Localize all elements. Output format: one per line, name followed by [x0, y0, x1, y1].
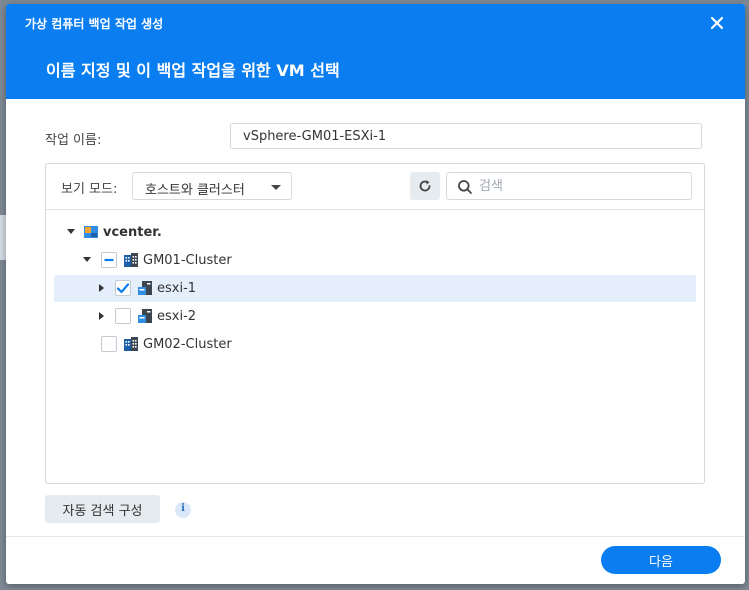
vm-selection-panel: 보기 모드: 호스트와 클러스터 검색 vcenter. GM01-Cluste… [45, 163, 705, 484]
tree-node-label: esxi-1 [157, 281, 197, 296]
checked-checkbox[interactable] [115, 280, 131, 296]
unchecked-checkbox[interactable] [115, 308, 131, 324]
view-mode-select[interactable]: 호스트와 클러스터 [132, 172, 292, 200]
view-mode-label: 보기 모드: [61, 182, 118, 197]
create-vm-backup-dialog: 가상 컴퓨터 백업 작업 생성 이름 지정 및 이 백업 작업을 위한 VM 선… [6, 4, 745, 584]
dialog-header: 가상 컴퓨터 백업 작업 생성 이름 지정 및 이 백업 작업을 위한 VM 선… [6, 4, 745, 99]
cluster-icon [124, 337, 138, 351]
expand-toggle-icon[interactable] [67, 229, 75, 234]
task-name-label: 작업 이름: [45, 133, 102, 148]
refresh-icon [419, 180, 431, 192]
checkmark-icon [116, 283, 130, 294]
indeterminate-checkbox[interactable] [101, 252, 117, 268]
autodetect-config-button[interactable]: 자동 검색 구성 [45, 495, 160, 523]
tree-node-gm02-cluster[interactable]: GM02-Cluster [54, 331, 696, 358]
minus-icon [104, 258, 114, 262]
tree-node-esxi-1[interactable]: esxi-1 [54, 275, 696, 302]
step-title: 이름 지정 및 이 백업 작업을 위한 VM 선택 [46, 61, 340, 80]
vcenter-icon [84, 226, 98, 238]
search-icon [458, 180, 472, 194]
search-box [446, 172, 692, 200]
close-icon[interactable] [709, 15, 725, 31]
expand-toggle-icon[interactable] [99, 312, 104, 320]
expand-toggle-icon[interactable] [83, 257, 91, 262]
host-icon [138, 281, 152, 295]
tree-node-label: vcenter. [103, 225, 162, 240]
info-icon[interactable]: i [175, 502, 191, 518]
tree-node-label: esxi-2 [157, 309, 197, 324]
task-name-input[interactable] [230, 123, 702, 149]
footer-divider [6, 536, 745, 537]
search-input[interactable] [479, 177, 679, 195]
tree-node-esxi-2[interactable]: esxi-2 [54, 303, 696, 330]
window-title: 가상 컴퓨터 백업 작업 생성 [25, 17, 164, 31]
next-button[interactable]: 다음 [601, 546, 721, 574]
tree-node-label: GM02-Cluster [143, 337, 232, 352]
toolbar-divider [46, 209, 704, 210]
expand-toggle-icon[interactable] [99, 284, 104, 292]
cluster-icon [124, 253, 138, 267]
tree-node-gm01-cluster[interactable]: GM01-Cluster [54, 247, 696, 274]
chevron-down-icon [271, 185, 281, 190]
tree-node-label: GM01-Cluster [143, 253, 232, 268]
unchecked-checkbox[interactable] [101, 336, 117, 352]
view-mode-selected-value: 호스트와 클러스터 [145, 183, 245, 198]
refresh-button[interactable] [410, 172, 440, 200]
tree-node-vcenter[interactable]: vcenter. [54, 219, 696, 246]
host-icon [138, 309, 152, 323]
